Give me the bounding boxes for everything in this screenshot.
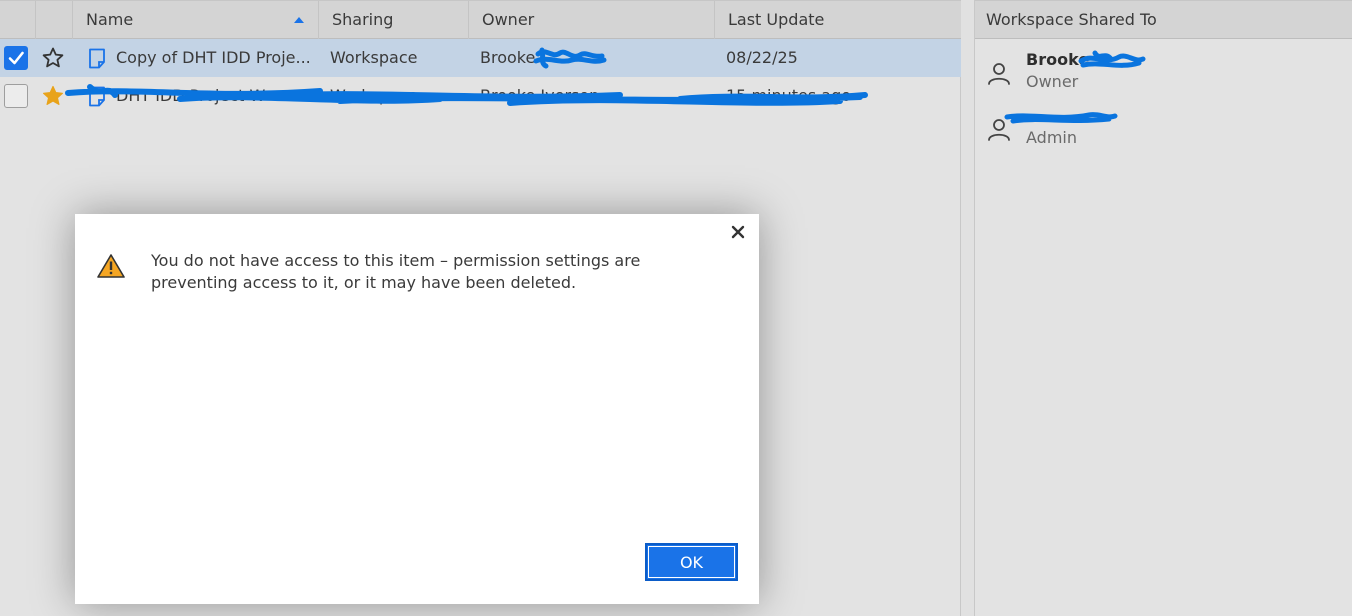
dialog-message: You do not have access to this item – pe… <box>151 251 641 292</box>
row-sharing: Workspace <box>330 48 418 67</box>
column-header-sharing-label: Sharing <box>332 10 394 29</box>
column-header-last-update[interactable]: Last Update <box>715 1 961 39</box>
column-header-name[interactable]: Name <box>73 1 319 39</box>
row-owner: Brooke <box>480 48 536 67</box>
row-checkbox[interactable] <box>4 46 28 70</box>
shared-to-panel-title: Workspace Shared To <box>975 0 1352 39</box>
member-role: Admin <box>1026 128 1077 147</box>
access-denied-dialog: You do not have access to this item – pe… <box>75 214 759 604</box>
ok-button[interactable]: OK <box>645 543 738 581</box>
sort-ascending-icon <box>294 17 304 23</box>
column-header-owner[interactable]: Owner <box>469 1 715 39</box>
table-row[interactable]: DHT IDD Project W Workspace Brooke Ivers… <box>0 77 961 115</box>
document-icon <box>89 48 105 69</box>
column-header-name-label: Name <box>86 10 134 29</box>
member-name: Brooke <box>1026 50 1090 69</box>
column-header-last-update-label: Last Update <box>728 10 825 29</box>
member-item[interactable]: Admin <box>975 103 1352 153</box>
table-row[interactable]: Copy of DHT IDD Proje... Workspace Brook… <box>0 39 961 77</box>
close-icon[interactable] <box>729 223 747 241</box>
person-icon <box>988 63 1010 85</box>
checkmark-icon <box>8 51 24 65</box>
row-name[interactable]: DHT IDD Project W <box>116 77 316 115</box>
person-icon <box>988 119 1010 141</box>
star-filled-icon[interactable] <box>41 84 65 108</box>
table-header: Name Sharing Owner Last Update <box>0 0 961 39</box>
row-owner: Brooke Iverson <box>480 86 600 105</box>
header-checkbox-column <box>0 1 36 39</box>
row-checkbox[interactable] <box>4 84 28 108</box>
column-header-owner-label: Owner <box>482 10 535 29</box>
document-icon <box>89 86 105 107</box>
row-name[interactable]: Copy of DHT IDD Proje... <box>116 39 316 77</box>
star-outline-icon[interactable] <box>41 46 65 70</box>
column-header-sharing[interactable]: Sharing <box>319 1 469 39</box>
row-last-update: 08/22/25 <box>726 48 798 67</box>
warning-icon <box>97 254 125 278</box>
header-star-column <box>36 1 73 39</box>
redaction-scribble <box>533 47 607 69</box>
redaction-scribble <box>1004 112 1118 124</box>
row-last-update: 15 minutes ago <box>726 86 852 105</box>
shared-to-panel: Workspace Shared To Brooke Owner Admin <box>974 0 1352 616</box>
member-item[interactable]: Brooke Owner <box>975 47 1352 97</box>
member-role: Owner <box>1026 72 1079 91</box>
row-sharing: Workspace <box>330 86 418 105</box>
